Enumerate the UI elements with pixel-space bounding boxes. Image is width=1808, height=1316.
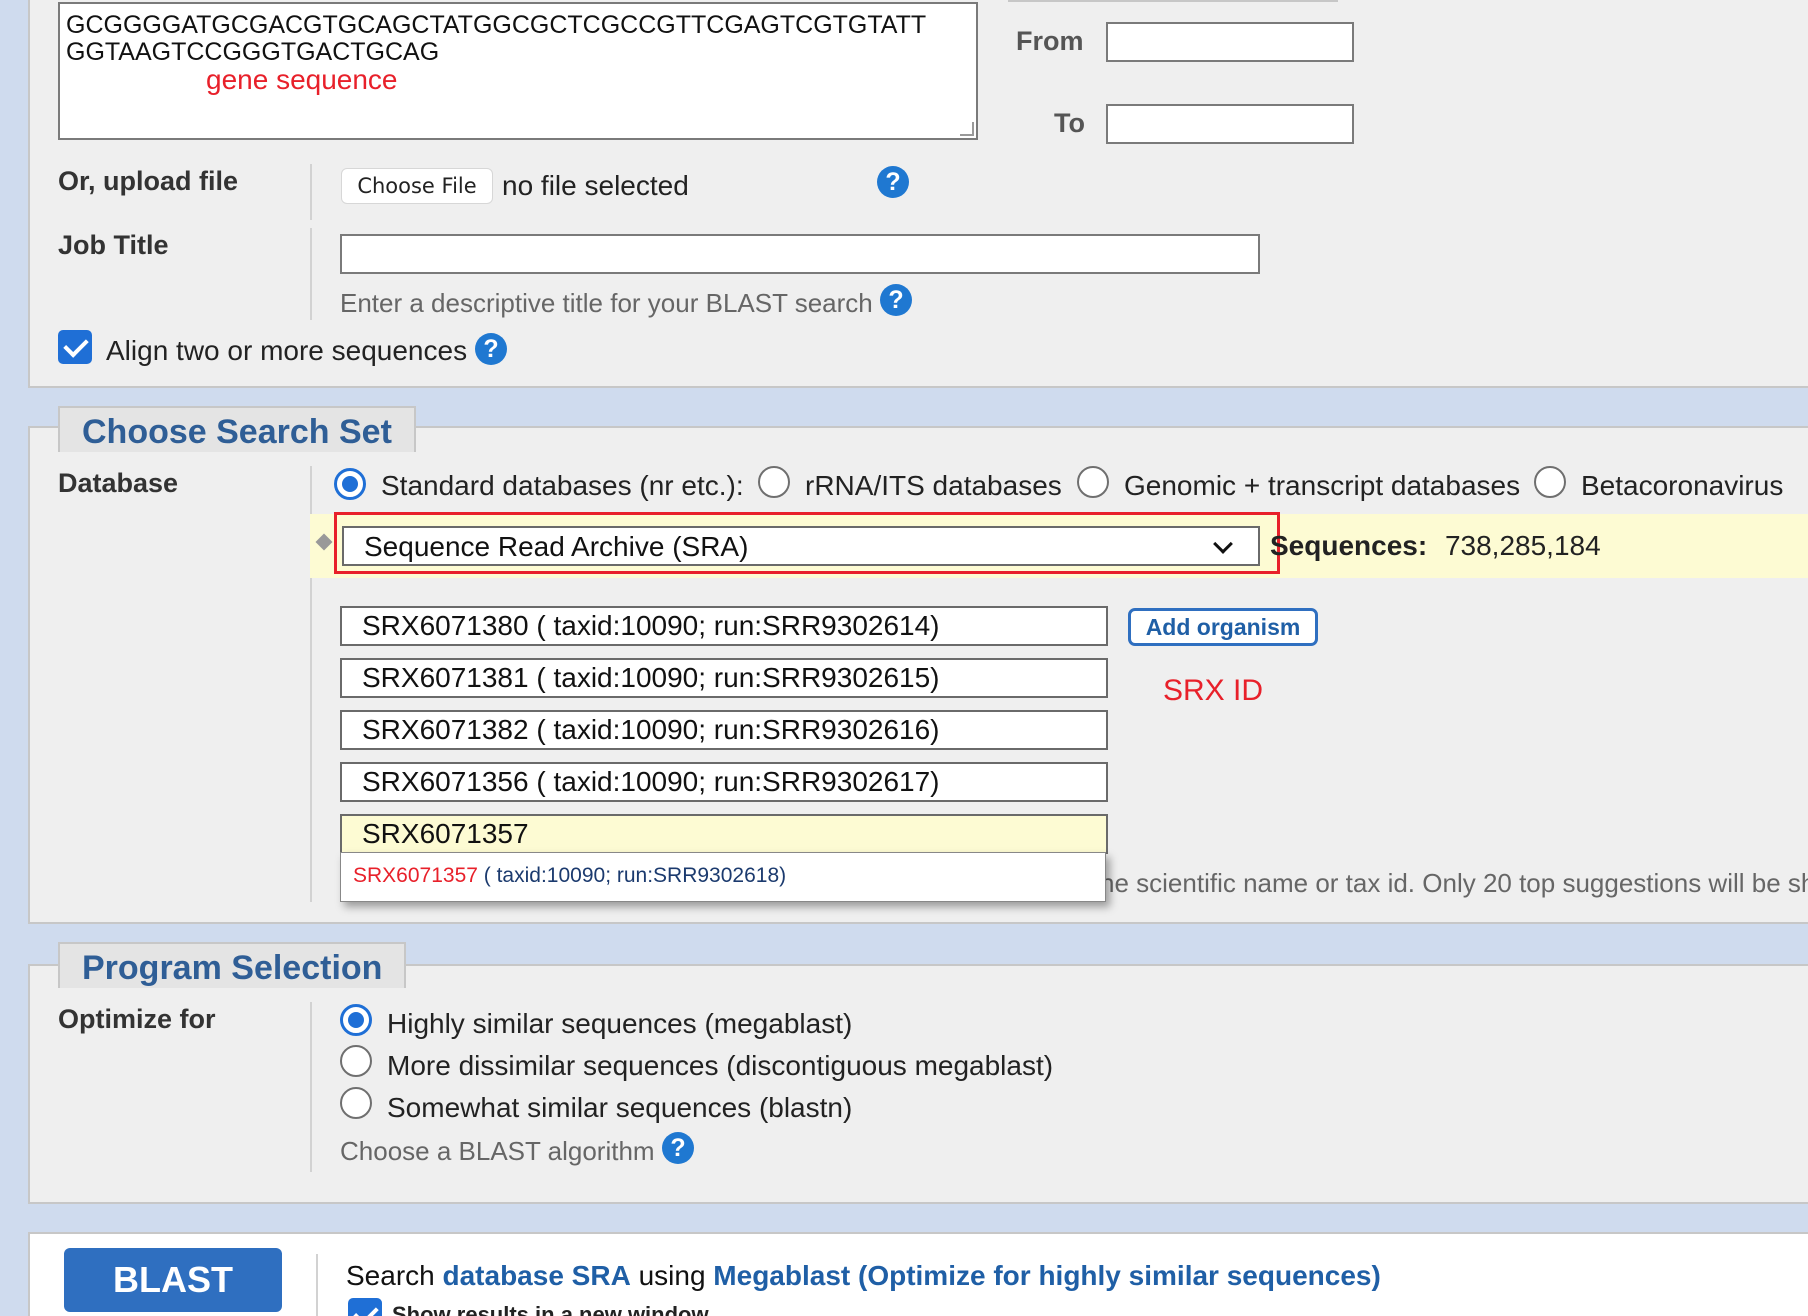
radio-megablast-label: Highly similar sequences (megablast) [387, 1008, 853, 1039]
summary-db-link[interactable]: database SRA [443, 1260, 631, 1291]
choose-file-button[interactable]: Choose File [341, 168, 493, 204]
program-tab: Program Selection [58, 942, 406, 988]
new-window-checkbox[interactable] [348, 1298, 382, 1316]
radio-dc-megablast-label: More dissimilar sequences (discontiguous… [387, 1050, 1054, 1081]
radio-betacoronavirus[interactable] [1534, 466, 1566, 498]
upload-label: Or, upload file [58, 166, 239, 196]
autocomplete-dropdown[interactable]: SRX6071357 ( taxid:10090; run:SRR9302618… [340, 852, 1106, 902]
from-label: From [1016, 26, 1084, 56]
sequences-label: Sequences: [1270, 530, 1428, 561]
radio-blastn[interactable] [340, 1087, 372, 1119]
search-set-tab: Choose Search Set [58, 406, 416, 452]
align-help-icon[interactable]: ? [475, 333, 507, 365]
radio-betacoronavirus-label: Betacoronavirus [1581, 470, 1784, 501]
job-title-help-icon[interactable]: ? [880, 284, 912, 316]
suggestion-id: SRX6071357 [353, 864, 478, 887]
gene-sequence-annotation: gene sequence [206, 64, 398, 95]
upload-divider [310, 164, 312, 220]
radio-rrna-db-label: rRNA/ITS databases [805, 470, 1062, 501]
add-organism-button[interactable]: Add organism [1128, 608, 1318, 646]
upload-help-icon[interactable]: ? [877, 166, 909, 198]
radio-rrna-db[interactable] [758, 466, 790, 498]
organism-entry[interactable]: SRX6071380 ( taxid:10090; run:SRR9302614… [340, 606, 1108, 646]
blast-button[interactable]: BLAST [64, 1248, 282, 1312]
optimize-label: Optimize for [58, 1004, 216, 1034]
sequences-count: Sequences: 738,285,184 [1270, 530, 1601, 562]
resize-grip-icon[interactable] [960, 122, 974, 136]
summary-program-link[interactable]: Megablast (Optimize for highly similar s… [713, 1260, 1381, 1291]
align-label: Align two or more sequences [106, 335, 468, 366]
organism-hint: ne scientific name or tax id. Only 20 to… [1100, 868, 1808, 898]
to-input[interactable] [1106, 104, 1354, 144]
program-help-icon[interactable]: ? [662, 1132, 694, 1164]
radio-genomic-db[interactable] [1077, 466, 1109, 498]
align-checkbox[interactable] [58, 330, 92, 364]
program-hint: Choose a BLAST algorithm [340, 1136, 655, 1166]
radio-megablast[interactable] [340, 1004, 372, 1036]
database-label: Database [58, 468, 179, 498]
program-divider [310, 1002, 312, 1172]
organism-entry[interactable]: SRX6071356 ( taxid:10090; run:SRR9302617… [340, 762, 1108, 802]
srx-id-annotation: SRX ID [1163, 674, 1264, 707]
sequences-value: 738,285,184 [1444, 530, 1601, 561]
file-status: no file selected [502, 170, 689, 201]
suggestion-details: ( taxid:10090; run:SRR9302618) [477, 864, 787, 887]
organism-entry[interactable]: SRX6071382 ( taxid:10090; run:SRR9302616… [340, 710, 1108, 750]
job-title-label: Job Title [58, 230, 169, 260]
radio-standard-db[interactable] [334, 468, 366, 500]
range-divider [1008, 0, 1338, 2]
job-title-hint: Enter a descriptive title for your BLAST… [340, 288, 873, 318]
radio-dc-megablast[interactable] [340, 1045, 372, 1077]
radio-genomic-db-label: Genomic + transcript databases [1124, 470, 1521, 501]
new-window-label: Show results in a new window [392, 1302, 709, 1316]
from-input[interactable] [1106, 22, 1354, 62]
database-select-outline [334, 512, 1280, 574]
summary-mid: using [630, 1260, 714, 1291]
organism-divider [310, 588, 312, 902]
organism-entry[interactable]: SRX6071381 ( taxid:10090; run:SRR9302615… [340, 658, 1108, 698]
radio-blastn-label: Somewhat similar sequences (blastn) [387, 1092, 853, 1123]
job-divider [310, 228, 312, 320]
radio-standard-db-label: Standard databases (nr etc.): [381, 470, 744, 501]
summary-prefix: Search [346, 1260, 443, 1291]
job-title-input[interactable] [340, 234, 1260, 274]
submit-divider [316, 1254, 318, 1316]
organism-entry-active[interactable]: SRX6071357 [340, 814, 1108, 854]
blast-summary: Search database SRA using Megablast (Opt… [346, 1260, 1381, 1292]
to-label: To [1054, 108, 1085, 138]
sequence-textarea[interactable]: GCGGGGATGCGACGTGCAGCTATGGCGCTCGCCGTTCGAG… [58, 2, 978, 140]
program-panel [28, 964, 1808, 1204]
